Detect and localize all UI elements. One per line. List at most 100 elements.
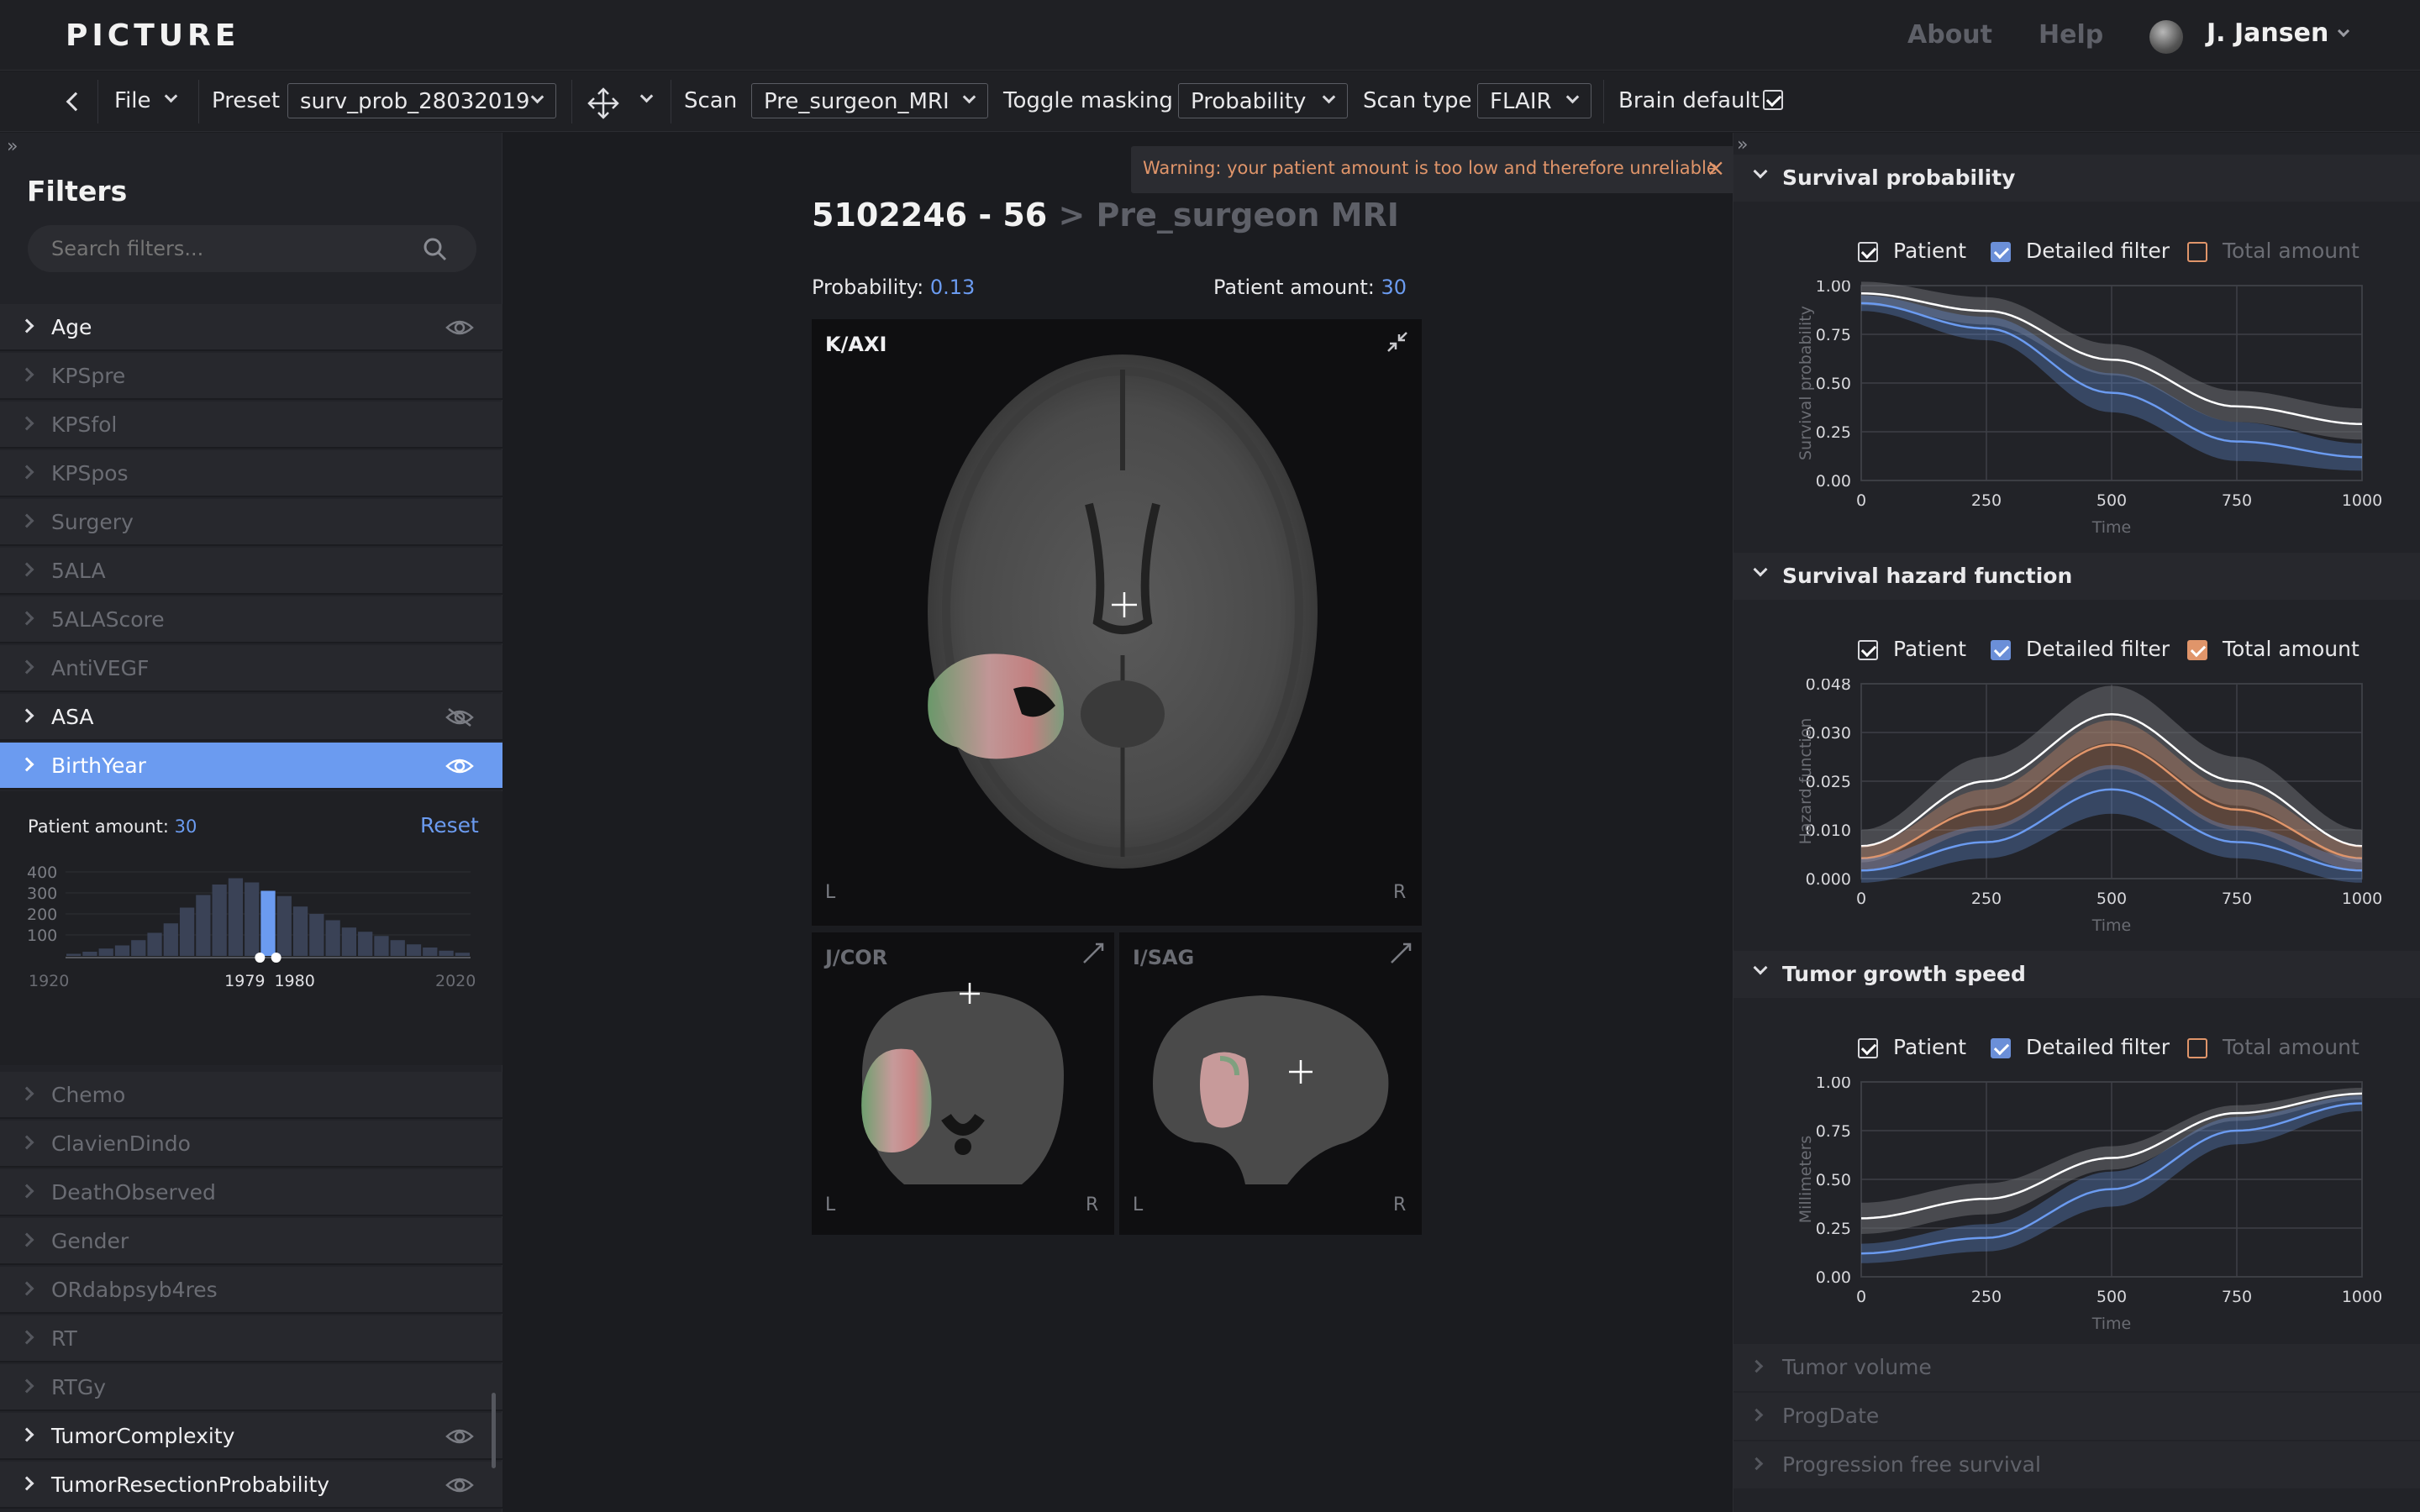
- histogram-bar[interactable]: [406, 944, 422, 956]
- histogram-bar[interactable]: [147, 932, 162, 957]
- search-filters-field[interactable]: [28, 225, 476, 272]
- filter-item-surgery[interactable]: Surgery: [0, 499, 502, 546]
- eye-icon[interactable]: [445, 756, 474, 774]
- section-header-1[interactable]: Survival hazard function: [1733, 553, 2420, 600]
- chevron-right-icon: [19, 1135, 34, 1150]
- chevron-down-icon[interactable]: [2337, 24, 2350, 38]
- nav-about-link[interactable]: About: [1907, 20, 1992, 50]
- close-icon[interactable]: ×: [1706, 154, 1725, 181]
- legend-patient-checkbox[interactable]: [1858, 242, 1878, 262]
- legend-total-checkbox[interactable]: [2187, 1038, 2207, 1058]
- histogram-bar[interactable]: [325, 920, 340, 957]
- filter-item-claviendindo[interactable]: ClavienDindo: [0, 1121, 502, 1168]
- histogram-bar[interactable]: [163, 923, 178, 956]
- legend-patient-checkbox[interactable]: [1858, 640, 1878, 660]
- file-menu[interactable]: File: [114, 88, 151, 113]
- histogram-bar[interactable]: [390, 940, 405, 956]
- legend-detailed-checkbox[interactable]: [1991, 1038, 2011, 1058]
- legend-detailed-checkbox[interactable]: [1991, 640, 2011, 660]
- filter-item-kpsfol[interactable]: KPSfol: [0, 402, 502, 449]
- y-tick-label: 0.75: [1816, 1122, 1851, 1141]
- range-handle-end[interactable]: [271, 953, 281, 963]
- chevron-right-icon: [1749, 1457, 1764, 1471]
- collapse-panel-icon[interactable]: »: [1737, 134, 1748, 155]
- search-icon[interactable]: [423, 237, 448, 262]
- eye-icon[interactable]: [445, 1475, 474, 1494]
- filter-item-tumorcomplexity[interactable]: TumorComplexity: [0, 1413, 502, 1460]
- filter-item-rt[interactable]: RT: [0, 1315, 502, 1362]
- filter-item-kpspos[interactable]: KPSpos: [0, 450, 502, 497]
- back-icon[interactable]: [66, 92, 86, 112]
- histogram-bar[interactable]: [439, 950, 454, 956]
- histogram-bar[interactable]: [455, 953, 470, 956]
- histogram-bar[interactable]: [212, 885, 227, 956]
- histogram-bar[interactable]: [228, 878, 244, 957]
- histogram-bar[interactable]: [341, 927, 357, 956]
- user-menu[interactable]: J. Jansen: [2207, 18, 2328, 48]
- histogram-bar[interactable]: [114, 945, 130, 957]
- reset-button[interactable]: Reset: [420, 813, 479, 837]
- section-header-2[interactable]: Tumor growth speed: [1733, 951, 2420, 998]
- histogram-bar[interactable]: [309, 914, 324, 956]
- filter-item-kpspre[interactable]: KPSpre: [0, 353, 502, 400]
- eye-icon[interactable]: [445, 318, 474, 336]
- filter-item-5ala[interactable]: 5ALA: [0, 548, 502, 595]
- birthyear-histogram[interactable]: 400 300 200 100 1920 2020 1979 1980: [0, 842, 502, 1043]
- avatar[interactable]: [2149, 20, 2183, 54]
- filter-item-gender[interactable]: Gender: [0, 1218, 502, 1265]
- histogram-bar[interactable]: [358, 932, 373, 956]
- sagittal-view[interactable]: I/SAG L R: [1119, 932, 1422, 1235]
- chart-0[interactable]: 0 250 500 750 1000 0.00 0.25 0.50 0.75 1.00 Time Su…: [1733, 281, 2420, 549]
- legend-total-checkbox[interactable]: [2187, 640, 2207, 660]
- masking-select[interactable]: Probability: [1178, 83, 1348, 118]
- histogram-bar[interactable]: [66, 953, 82, 957]
- section-header-0[interactable]: Survival probability: [1733, 155, 2420, 202]
- chart-1[interactable]: 0 250 500 750 10000.0000.0100.0250.0300.048T…: [1733, 679, 2420, 948]
- eye-icon[interactable]: [445, 1426, 474, 1445]
- preset-select[interactable]: surv_prob_28032019: [287, 83, 556, 118]
- search-input[interactable]: [51, 235, 421, 262]
- chevron-down-icon[interactable]: [639, 89, 654, 103]
- histogram-bar[interactable]: [98, 948, 113, 956]
- section-header-collapsed-0[interactable]: Tumor volume: [1733, 1344, 2420, 1391]
- axial-view[interactable]: K/AXI L R: [812, 319, 1422, 926]
- histogram-bar[interactable]: [423, 948, 438, 956]
- histogram-bar[interactable]: [245, 882, 260, 957]
- legend-detailed-checkbox[interactable]: [1991, 242, 2011, 262]
- scan-select[interactable]: Pre_surgeon_MRI: [751, 83, 988, 118]
- histogram-bar[interactable]: [260, 890, 276, 957]
- nav-help-link[interactable]: Help: [2039, 20, 2103, 50]
- chevron-right-icon: [19, 1184, 34, 1199]
- section-header-collapsed-1[interactable]: ProgDate: [1733, 1393, 2420, 1440]
- filter-item-5alascore[interactable]: 5ALAScore: [0, 596, 502, 643]
- histogram-bar[interactable]: [276, 895, 292, 956]
- section-header-collapsed-2[interactable]: Progression free survival: [1733, 1441, 2420, 1488]
- filter-item-chemo[interactable]: Chemo: [0, 1072, 502, 1119]
- filter-item-tumorresectionprobability[interactable]: TumorResectionProbability: [0, 1462, 502, 1509]
- filter-item-antivegf[interactable]: AntiVEGF: [0, 645, 502, 692]
- move-icon[interactable]: [587, 87, 620, 120]
- scan-type-select[interactable]: FLAIR: [1477, 83, 1591, 118]
- eye-off-icon[interactable]: [445, 707, 474, 727]
- scrollbar[interactable]: [492, 1393, 496, 1468]
- histogram-bar[interactable]: [179, 907, 195, 957]
- filter-item-asa[interactable]: ASA: [0, 694, 502, 741]
- legend-patient-checkbox[interactable]: [1858, 1038, 1878, 1058]
- brain-default-checkbox[interactable]: [1763, 90, 1783, 110]
- histogram-bar[interactable]: [292, 906, 308, 956]
- legend-total-checkbox[interactable]: [2187, 242, 2207, 262]
- coronal-view[interactable]: J/COR L R: [812, 932, 1114, 1235]
- chart-2[interactable]: 0 250 500 750 1000 0.00 0.25 0.50 0.75 1.00 Time Mi…: [1733, 1077, 2420, 1346]
- histogram-bar[interactable]: [131, 940, 146, 956]
- filter-item-rtgy[interactable]: RTGy: [0, 1364, 502, 1411]
- histogram-bar[interactable]: [196, 895, 211, 957]
- filter-item-birthyear[interactable]: BirthYear: [0, 743, 502, 790]
- histogram-bar[interactable]: [82, 952, 97, 956]
- filter-item-deathobserved[interactable]: DeathObserved: [0, 1169, 502, 1216]
- filter-item-age[interactable]: Age: [0, 304, 502, 351]
- histogram-bar[interactable]: [374, 936, 389, 956]
- range-handle-start[interactable]: [255, 953, 266, 963]
- filter-item-ordabpsyb4res[interactable]: ORdabpsyb4res: [0, 1267, 502, 1314]
- chevron-down-icon[interactable]: [164, 89, 178, 103]
- collapse-sidebar-icon[interactable]: »: [7, 136, 18, 157]
